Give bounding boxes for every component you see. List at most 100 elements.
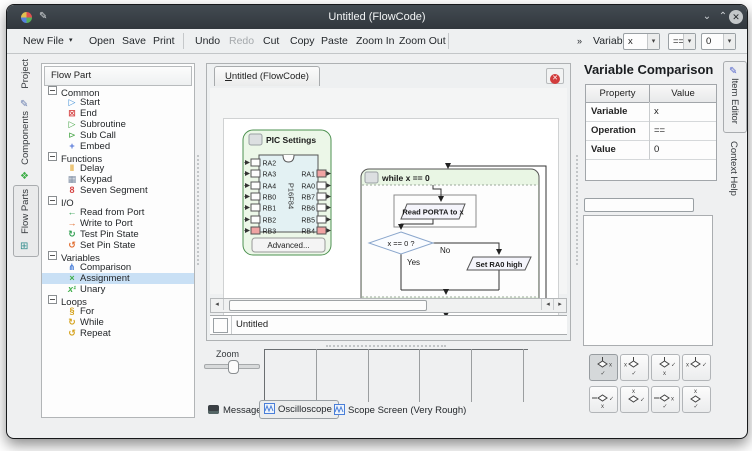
decision-layout-button-8[interactable]: x✓ xyxy=(682,386,711,413)
copy-button[interactable]: Copy xyxy=(290,29,315,53)
table-row[interactable]: Operation== xyxy=(586,121,716,141)
collapse-icon[interactable] xyxy=(48,295,57,304)
component-icon: ❖ xyxy=(20,171,29,182)
tree-item-subroutine[interactable]: ▷Subroutine xyxy=(42,119,194,130)
zoom-slider-thumb[interactable] xyxy=(228,360,239,374)
chevron-down-icon[interactable]: ▾ xyxy=(683,34,695,49)
tab-messages[interactable]: Messages xyxy=(208,403,266,418)
tree-item-test-pin-state[interactable]: ↻Test Pin State xyxy=(42,229,194,240)
flowchart-name-checkbox[interactable] xyxy=(213,318,228,333)
embed-icon: + xyxy=(66,141,78,152)
scroll-right-icon[interactable]: ▸ xyxy=(553,299,566,310)
pic-settings-checkbox[interactable] xyxy=(249,134,262,145)
pic-left-pin-boxes[interactable] xyxy=(251,159,260,234)
svg-text:✓: ✓ xyxy=(632,371,637,377)
new-file-button[interactable]: New File xyxy=(23,29,64,53)
test-pin-icon: ↻ xyxy=(66,229,78,240)
undo-button[interactable]: Undo xyxy=(195,29,220,53)
tree-item-seven-segment[interactable]: 8Seven Segment xyxy=(42,185,194,196)
tree-item-set-pin-state[interactable]: ↺Set Pin State xyxy=(42,240,194,251)
variable-combobox[interactable]: x ▾ xyxy=(623,33,660,50)
filter-input[interactable] xyxy=(584,198,694,212)
tree-item-comparison[interactable]: ⋔Comparison xyxy=(42,262,194,273)
subroutine-icon: ▷ xyxy=(66,119,78,130)
read-porta-block[interactable]: Read PORTA to x xyxy=(401,204,465,219)
flowchart-canvas[interactable]: PIC Settings P16F84 RA2RA3RA4RB0RB1RB2RB xyxy=(223,118,559,320)
close-button[interactable]: ✕ xyxy=(729,10,743,24)
tree-item-delay[interactable]: ‖Delay xyxy=(42,163,194,174)
tree-item-for[interactable]: §For xyxy=(42,306,194,317)
tree-item-embed[interactable]: +Embed xyxy=(42,141,194,152)
tree-item-keypad[interactable]: ▦Keypad xyxy=(42,174,194,185)
tree-item-while[interactable]: ↻While xyxy=(42,317,194,328)
chevron-down-icon[interactable]: ▾ xyxy=(647,34,659,49)
decision-layout-button-2[interactable]: x✓ xyxy=(620,354,649,381)
splitter-handle[interactable] xyxy=(576,155,578,265)
tab-scope-screen[interactable]: Scope Screen (Very Rough) xyxy=(334,403,466,418)
column-header-value[interactable]: Value xyxy=(650,85,716,103)
zoom-out-button[interactable]: Zoom Out xyxy=(399,29,446,53)
redo-button[interactable]: Redo xyxy=(229,29,254,53)
flowchart-name-field[interactable]: Untitled xyxy=(236,316,268,334)
decision-layout-button-4[interactable]: x✓ xyxy=(682,354,711,381)
splitter-handle[interactable] xyxy=(197,155,199,265)
scrollbar-thumb[interactable] xyxy=(229,300,427,311)
chevron-down-icon[interactable]: ▾ xyxy=(723,34,735,49)
decision-layout-button-1[interactable]: x✓ xyxy=(589,354,618,381)
collapse-icon[interactable] xyxy=(48,152,57,161)
seven-segment-icon: 8 xyxy=(66,185,78,196)
sidebar-tab-item-editor[interactable]: ✎ Item Editor xyxy=(723,61,747,133)
canvas-horizontal-scrollbar[interactable]: ◂ ◂ ▸ xyxy=(210,298,567,313)
decision-layout-button-7[interactable]: x✓ xyxy=(651,386,680,413)
paste-button[interactable]: Paste xyxy=(321,29,348,53)
tree-item-repeat[interactable]: ↺Repeat xyxy=(42,328,194,339)
scroll-left-icon[interactable]: ◂ xyxy=(211,299,224,310)
collapse-icon[interactable] xyxy=(48,196,57,205)
tree-item-start[interactable]: ▷Start xyxy=(42,97,194,108)
tree-group-loops[interactable]: Loops xyxy=(42,295,194,306)
cut-button[interactable]: Cut xyxy=(263,29,279,53)
collapse-icon[interactable] xyxy=(48,86,57,95)
tree-item-sub-call[interactable]: ⊳Sub Call xyxy=(42,130,194,141)
titlebar[interactable]: ✎ Untitled (FlowCode) ⌄ ⌃ ✕ xyxy=(7,5,747,29)
splitter-handle[interactable] xyxy=(326,345,446,347)
while-checkbox[interactable] xyxy=(365,172,378,183)
repeat-loop-icon: ↺ xyxy=(66,328,78,339)
decision-layout-button-3[interactable]: ✓x xyxy=(651,354,680,381)
tree-item-write-to-port[interactable]: →Write to Port xyxy=(42,218,194,229)
decision-layout-button-6[interactable]: x✓ xyxy=(620,386,649,413)
tree-group-functions[interactable]: Functions xyxy=(42,152,194,163)
table-row[interactable]: Variablex xyxy=(586,102,716,122)
zoom-in-button[interactable]: Zoom In xyxy=(356,29,395,53)
toolbar-overflow-icon[interactable]: » xyxy=(577,29,582,53)
sidebar-tab-project[interactable]: Project ✎ xyxy=(15,59,39,107)
chip-label: P16F84 xyxy=(287,183,296,209)
table-row[interactable]: Value0 xyxy=(586,140,716,160)
sidebar-tab-components[interactable]: Components ❖ xyxy=(15,111,39,181)
tree-item-unary[interactable]: x¹Unary xyxy=(42,284,194,295)
tree-group-io[interactable]: I/O xyxy=(42,196,194,207)
sidebar-tab-flow-parts[interactable]: Flow Parts ⊞ xyxy=(13,185,39,257)
tree-item-end[interactable]: ⊠End xyxy=(42,108,194,119)
svg-text:x: x xyxy=(609,363,612,369)
tab-oscilloscope[interactable]: Oscilloscope xyxy=(259,400,339,419)
set-ra0-block[interactable]: Set RA0 high xyxy=(467,257,531,270)
tree-item-assignment[interactable]: ×Assignment xyxy=(42,273,194,284)
column-header-property[interactable]: Property xyxy=(586,85,650,103)
tree-group-common[interactable]: Common xyxy=(42,86,194,97)
print-button[interactable]: Print xyxy=(153,29,175,53)
value-combobox[interactable]: 0 ▾ xyxy=(701,33,736,50)
collapse-icon[interactable] xyxy=(48,251,57,260)
document-close-button[interactable]: ✕ xyxy=(546,68,564,84)
decision-layout-button-5[interactable]: ✓x xyxy=(589,386,618,413)
operation-combobox[interactable]: == ▾ xyxy=(668,33,696,50)
sidebar-tab-context-help[interactable]: Context Help xyxy=(723,139,745,209)
tree-group-variables[interactable]: Variables xyxy=(42,251,194,262)
pic-settings-component[interactable]: PIC Settings P16F84 RA2RA3RA4RB0RB1RB2RB xyxy=(243,130,331,255)
save-button[interactable]: Save xyxy=(122,29,146,53)
tree-item-read-from-port[interactable]: ←Read from Port xyxy=(42,207,194,218)
document-tab[interactable]: Untitled (FlowCode) xyxy=(214,66,320,86)
new-file-dropdown-icon[interactable]: ▾ xyxy=(69,29,73,53)
minimize-button[interactable]: ⌄ xyxy=(699,9,715,25)
open-button[interactable]: Open xyxy=(89,29,115,53)
